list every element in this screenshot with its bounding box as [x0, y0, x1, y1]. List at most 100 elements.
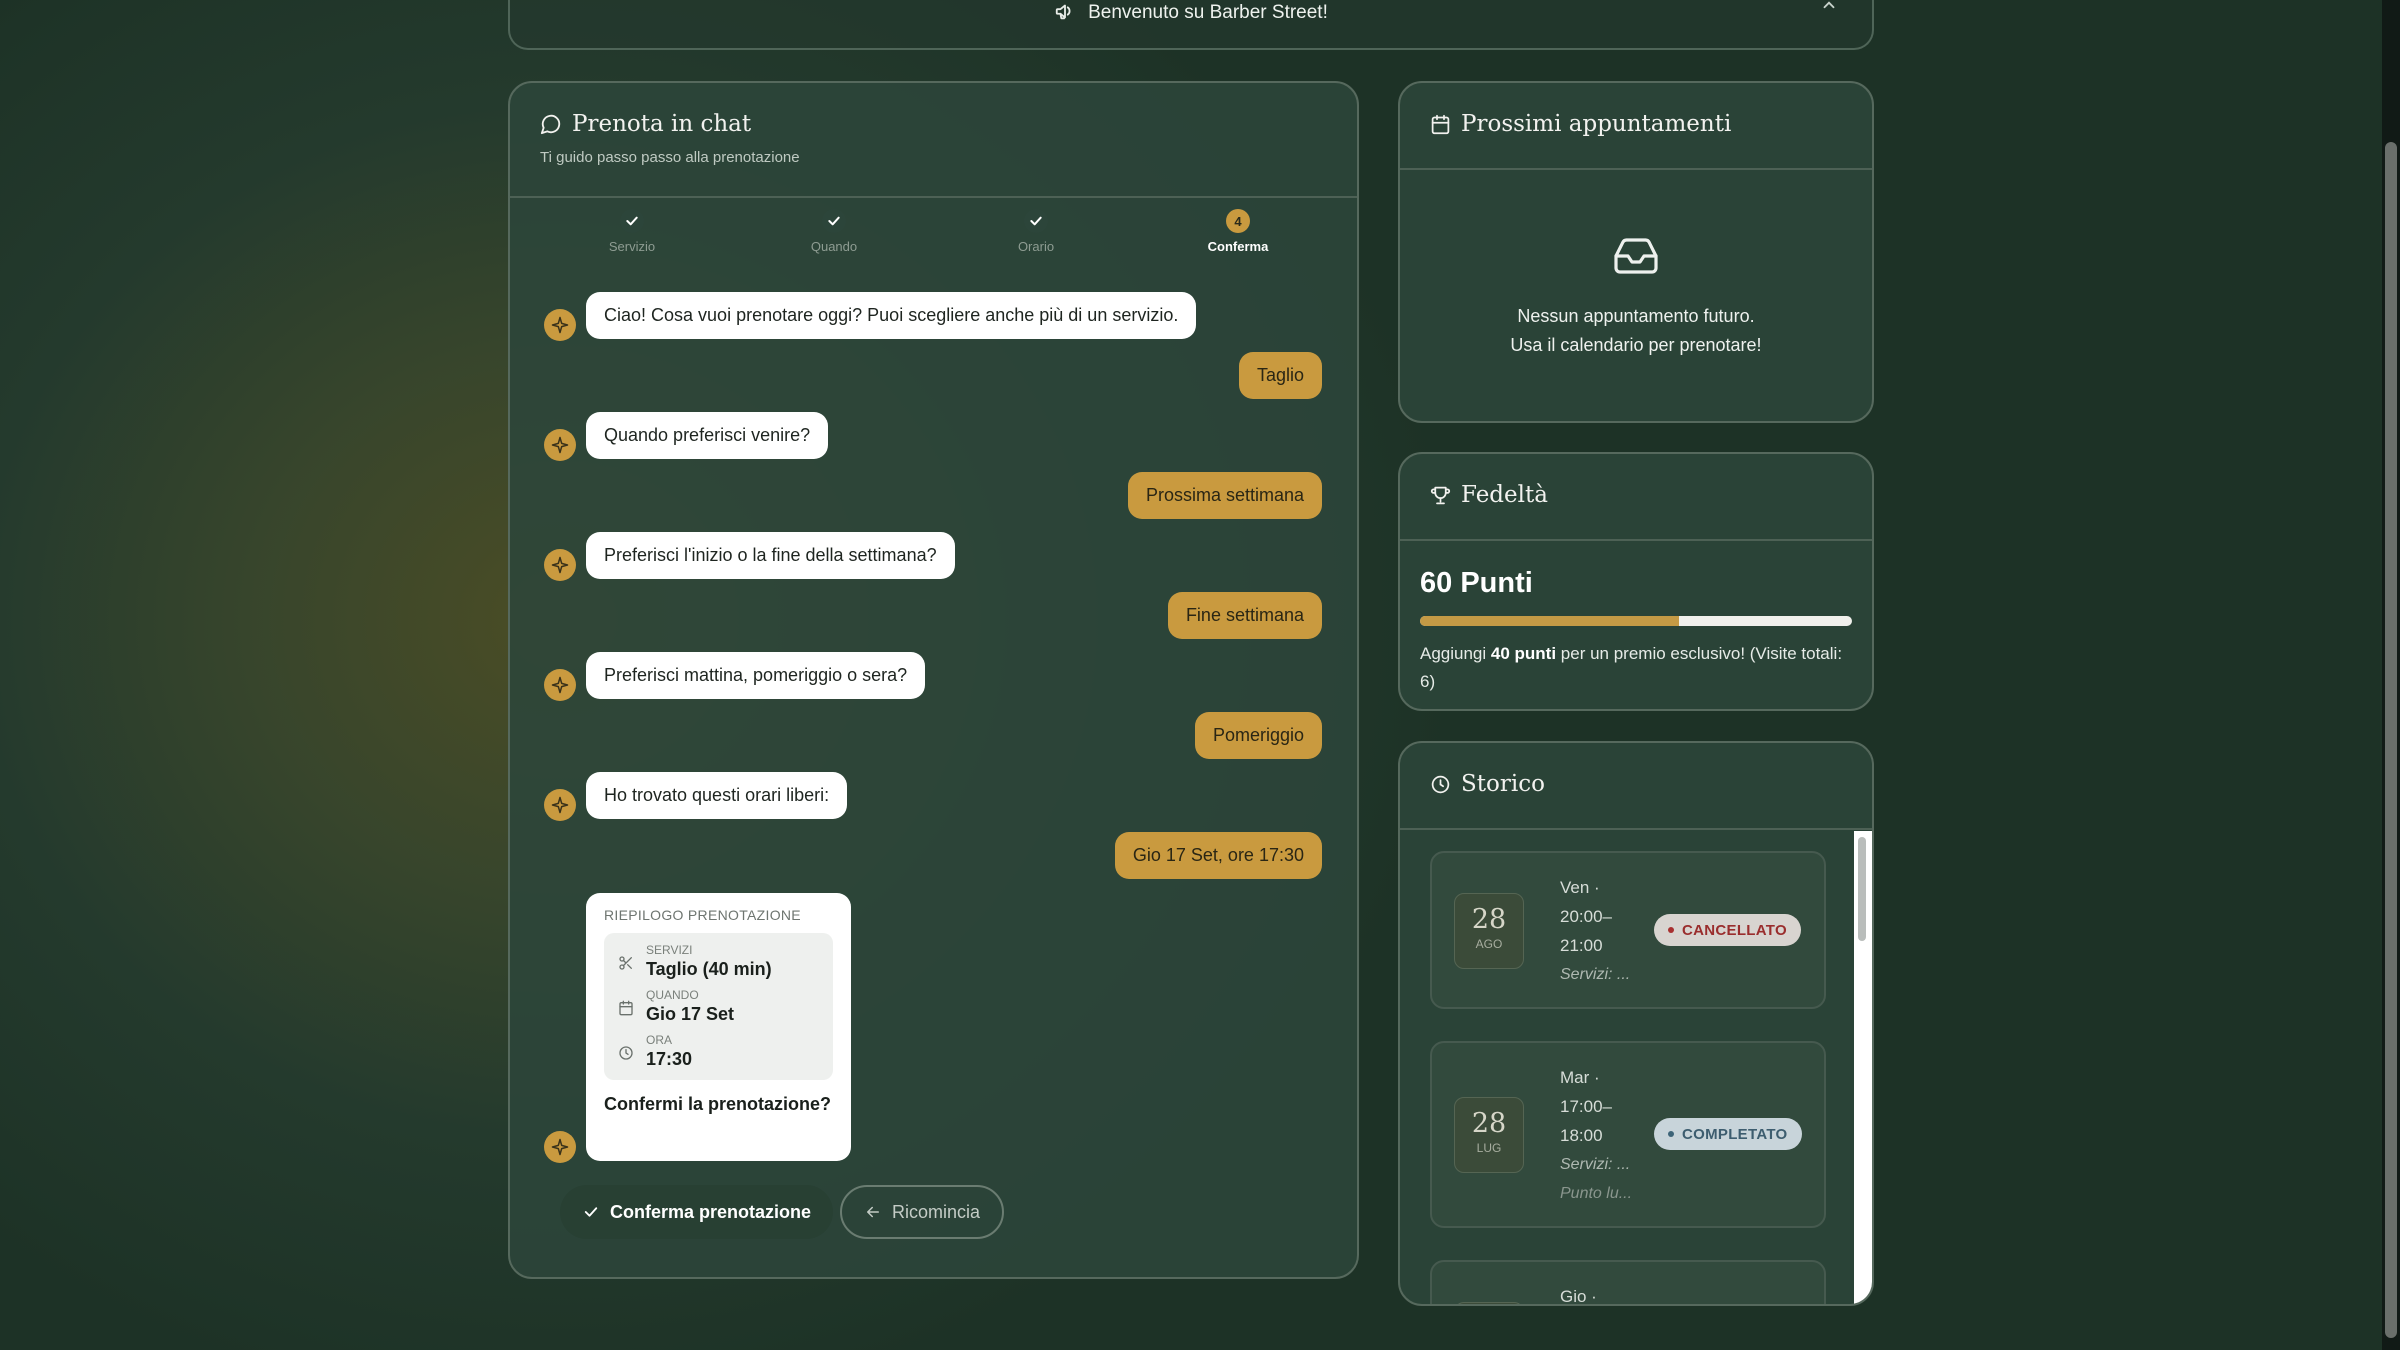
history-title: Storico — [1430, 771, 1842, 797]
user-message: Pomeriggio — [1194, 712, 1322, 759]
bot-message: Preferisci l'inizio o la fine della sett… — [586, 532, 955, 579]
trophy-icon — [1430, 486, 1451, 504]
history-info: Mar · 17:00– 18:00 Servizi: ... Punto lu… — [1560, 1063, 1650, 1208]
loyalty-note-prefix: Aggiungi — [1420, 644, 1491, 663]
history-services: Servizi: ... — [1560, 966, 1631, 983]
chat-subtitle: Ti guido passo passo alla prenotazione — [540, 149, 800, 166]
check-icon — [828, 216, 840, 226]
history-title-text: Storico — [1461, 771, 1545, 797]
sparkle-icon — [551, 436, 569, 454]
arrow-left-icon — [867, 1206, 879, 1218]
booking-summary-card: RIEPILOGO PRENOTAZIONE SERVIZI Taglio (4… — [586, 893, 851, 1161]
loyalty-header: Fedeltà — [1400, 454, 1872, 541]
history-item[interactable]: 28 LUG Mar · 17:00– 18:00 Servizi: ... P… — [1430, 1041, 1826, 1228]
bot-avatar — [544, 309, 576, 341]
loyalty-points: 60 Punti — [1420, 567, 1533, 599]
confirm-booking-button[interactable]: Conferma prenotazione — [560, 1185, 834, 1239]
bot-message: Preferisci mattina, pomeriggio o sera? — [586, 652, 926, 699]
step-done-dot — [822, 209, 846, 233]
bot-avatar — [544, 789, 576, 821]
inbox-icon — [1614, 238, 1658, 274]
bot-message: Quando preferisci venire? — [586, 412, 829, 459]
chevron-up-icon — [1823, 1, 1835, 9]
sparkle-icon — [551, 676, 569, 694]
history-month: LUG — [1476, 1141, 1502, 1155]
bot-avatar — [544, 669, 576, 701]
status-badge: CANCELLATO — [1654, 914, 1801, 946]
summary-time-label: ORA — [646, 1033, 673, 1047]
history-day: 28 — [1471, 904, 1507, 935]
appointments-header: Prossimi appuntamenti — [1400, 83, 1872, 170]
history-date-box: 28 LUG — [1454, 1097, 1524, 1173]
calendar-icon — [1431, 114, 1450, 134]
status-dot — [1668, 927, 1674, 933]
history-time-start: 17:00– — [1560, 1097, 1612, 1116]
summary-services-label: SERVIZI — [646, 943, 693, 957]
history-info: Ven · 20:00– 21:00 Servizi: ... — [1560, 873, 1650, 989]
history-time-end: 21:00 — [1560, 936, 1603, 955]
sparkle-icon — [551, 316, 569, 334]
summary-time-row: ORA 17:30 — [618, 1033, 819, 1070]
history-time-start: 20:00– — [1560, 907, 1612, 926]
loyalty-note-points: 40 punti — [1490, 644, 1557, 663]
sparkle-icon — [551, 796, 569, 814]
summary-when-row: QUANDO Gio 17 Set — [618, 988, 819, 1025]
sparkle-icon — [551, 1138, 569, 1156]
chat-header: Prenota in chat Ti guido passo passo all… — [510, 83, 1357, 198]
appointments-title-text: Prossimi appuntamenti — [1461, 111, 1732, 137]
history-points-note: Punto lu... — [1560, 1185, 1633, 1202]
history-services: Servizi: ... — [1560, 1156, 1631, 1173]
step-orario: Orario — [966, 209, 1106, 254]
restart-label: Ricomincia — [892, 1201, 981, 1222]
history-scrollbar[interactable] — [1854, 831, 1872, 1304]
megaphone-icon — [1055, 4, 1071, 20]
summary-when-value: Gio 17 Set — [646, 1004, 735, 1024]
summary-heading: RIEPILOGO PRENOTAZIONE — [604, 907, 801, 923]
bot-avatar — [544, 1131, 576, 1163]
step-label: Servizio — [608, 239, 656, 254]
user-message: Prossima settimana — [1127, 472, 1322, 519]
history-header: Storico — [1400, 743, 1872, 830]
history-scrollbar-thumb[interactable] — [1858, 837, 1866, 941]
page-scrollbar[interactable] — [2382, 0, 2400, 1350]
announcement-message: Benvenuto su Barber Street! — [510, 0, 1872, 24]
loyalty-title: Fedeltà — [1430, 482, 1842, 508]
appointments-title: Prossimi appuntamenti — [1430, 111, 1842, 137]
restart-button[interactable]: Ricomincia — [840, 1185, 1005, 1239]
bot-message: Ho trovato questi orari liberi: — [586, 772, 848, 819]
history-info: Gio · — [1560, 1282, 1650, 1306]
summary-time-value: 17:30 — [646, 1049, 693, 1069]
status-dot — [1668, 1131, 1674, 1137]
bot-avatar — [544, 549, 576, 581]
history-item[interactable]: 28 AGO Ven · 20:00– 21:00 Servizi: ... C… — [1430, 851, 1826, 1009]
clock-icon — [619, 1046, 633, 1060]
announcement-collapse-button[interactable] — [1820, 0, 1838, 19]
step-done-dot — [620, 209, 644, 233]
announcement-bar: Benvenuto su Barber Street! — [508, 0, 1874, 50]
history-item[interactable]: Gio · — [1430, 1260, 1826, 1306]
step-quando: Quando — [764, 209, 904, 254]
history-weekday: Gio · — [1560, 1287, 1597, 1306]
status-badge-text: COMPLETATO — [1682, 1125, 1788, 1143]
user-message: Taglio — [1238, 352, 1322, 399]
chat-bubble-icon — [540, 114, 561, 135]
bot-message: Ciao! Cosa vuoi prenotare oggi? Puoi sce… — [586, 292, 1197, 339]
loyalty-title-text: Fedeltà — [1461, 482, 1548, 508]
announcement-text: Benvenuto su Barber Street! — [1088, 2, 1328, 23]
summary-question: Confermi la prenotazione? — [604, 1094, 832, 1114]
step-label: Conferma — [1207, 239, 1269, 254]
history-weekday: Mar · — [1560, 1068, 1600, 1087]
summary-services-row: SERVIZI Taglio (40 min) — [618, 943, 819, 980]
appointments-empty-line2: Usa il calendario per prenotare! — [1510, 335, 1762, 355]
history-date-box — [1454, 1302, 1524, 1304]
step-conferma: 4 Conferma — [1168, 209, 1308, 254]
check-icon — [584, 1207, 598, 1217]
step-active-dot: 4 — [1226, 209, 1250, 233]
history-panel: Storico 28 AGO Ven · 20:00– 21:00 Serviz… — [1398, 741, 1874, 1306]
appointments-empty-line1: Nessun appuntamento futuro. — [1517, 306, 1755, 326]
history-time-end: 18:00 — [1560, 1126, 1603, 1145]
summary-details: SERVIZI Taglio (40 min) QUANDO Gio 17 Se… — [604, 933, 833, 1080]
page-scrollbar-thumb[interactable] — [2385, 142, 2397, 1338]
summary-when-label: QUANDO — [646, 988, 699, 1002]
check-icon — [626, 216, 638, 226]
